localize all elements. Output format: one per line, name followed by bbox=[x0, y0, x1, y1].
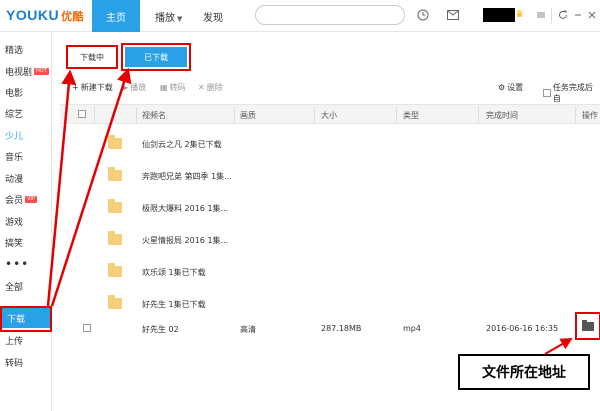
table-row[interactable]: 奔跑吧兄弟 第四季 1集... bbox=[60, 162, 600, 194]
new-download-button[interactable]: + 新建下载 bbox=[72, 82, 113, 93]
youku-logo[interactable]: YOUKU 优酷 bbox=[6, 7, 84, 24]
tab-downloading[interactable]: 下载中 bbox=[66, 45, 118, 69]
table-row[interactable]: 欢乐颂 1集已下载 bbox=[60, 258, 600, 290]
row-name: 极限大爆料 2016 1集... bbox=[142, 204, 229, 213]
row-checkbox[interactable] bbox=[83, 324, 91, 332]
history-icon[interactable] bbox=[416, 8, 430, 22]
plus-icon: + bbox=[72, 83, 79, 92]
folder-icon bbox=[108, 167, 122, 181]
vip-badge: VIP bbox=[25, 195, 37, 203]
column-divider bbox=[314, 107, 315, 123]
header-finished[interactable]: 完成时间 bbox=[486, 110, 518, 121]
column-divider bbox=[136, 107, 137, 123]
nav-discover-tab[interactable]: 发现 bbox=[203, 9, 223, 24]
gear-icon: ⚙ bbox=[498, 83, 506, 92]
header-quality[interactable]: 画质 bbox=[240, 110, 256, 121]
settings-button[interactable]: ⚙ 设置 bbox=[498, 82, 523, 93]
play-icon: ▶ bbox=[122, 83, 129, 92]
sidebar-item-featured[interactable]: 精选 bbox=[0, 39, 52, 59]
header-type[interactable]: 类型 bbox=[403, 110, 419, 121]
header-size[interactable]: 大小 bbox=[321, 110, 337, 121]
sidebar-item-funny[interactable]: 搞笑 bbox=[0, 232, 52, 252]
folder-icon bbox=[108, 263, 122, 277]
row-name: 欢乐颂 1集已下载 bbox=[142, 268, 206, 277]
sidebar-item-movies[interactable]: 电影 bbox=[0, 82, 52, 102]
row-name: 火星情报局 2016 1集... bbox=[142, 236, 229, 245]
folder-icon bbox=[108, 295, 122, 309]
search-input[interactable] bbox=[255, 5, 405, 25]
sidebar-item-upload[interactable]: 上传 bbox=[0, 330, 52, 350]
delete-button[interactable]: ✕ 删除 bbox=[198, 82, 223, 93]
file-finished: 2016-06-16 16:35 bbox=[486, 324, 559, 333]
sidebar-item-kids[interactable]: 少儿 bbox=[0, 125, 52, 145]
open-folder-button[interactable] bbox=[575, 312, 600, 340]
column-divider bbox=[396, 107, 397, 123]
row-name: 奔跑吧兄弟 第四季 1集... bbox=[142, 172, 232, 181]
header-operate: 操作 bbox=[582, 111, 598, 120]
download-highlight-box bbox=[0, 306, 52, 332]
minimize-icon[interactable] bbox=[571, 8, 585, 22]
after-complete-toggle[interactable]: 任务完成后自 bbox=[543, 82, 600, 104]
nav-home-tab[interactable]: 主页 bbox=[92, 0, 140, 32]
column-divider bbox=[575, 107, 576, 123]
row-name: 仙剑云之凡 2集已下载 bbox=[142, 140, 222, 149]
table-row-file[interactable]: 好先生 02 高清 287.18MB mp4 2016-06-16 16:35 bbox=[60, 314, 600, 346]
hot-badge: HOT bbox=[34, 67, 49, 75]
file-name: 好先生 02 bbox=[142, 325, 179, 334]
sidebar-item-tv[interactable]: 电视剧 HOT bbox=[0, 61, 52, 81]
divider bbox=[551, 8, 552, 24]
sidebar-item-music[interactable]: 音乐 bbox=[0, 146, 52, 166]
folder-icon bbox=[108, 135, 122, 149]
folder-icon bbox=[108, 199, 122, 213]
column-divider bbox=[94, 107, 95, 123]
sidebar-item-more[interactable]: ••• bbox=[0, 254, 52, 274]
annotation-label: 文件所在地址 bbox=[458, 354, 590, 390]
column-divider bbox=[478, 107, 479, 123]
table-row[interactable]: 火星情报局 2016 1集... bbox=[60, 226, 600, 258]
close-x-icon: ✕ bbox=[198, 83, 205, 92]
sidebar-item-transcode[interactable]: 转码 bbox=[0, 352, 52, 372]
select-all-checkbox[interactable] bbox=[78, 110, 86, 118]
sidebar-item-vip[interactable]: 会员 VIP bbox=[0, 189, 52, 209]
tab-downloaded[interactable]: 已下载 bbox=[121, 43, 191, 71]
refresh-icon[interactable] bbox=[556, 8, 570, 22]
close-icon[interactable] bbox=[585, 8, 599, 22]
play-button[interactable]: ▶ 播放 bbox=[122, 82, 146, 93]
sidebar-item-anime[interactable]: 动漫 bbox=[0, 168, 52, 188]
folder-icon bbox=[582, 319, 594, 331]
file-quality: 高清 bbox=[240, 325, 256, 334]
film-icon: ▦ bbox=[160, 83, 168, 92]
file-type: mp4 bbox=[403, 324, 421, 333]
menu-icon[interactable] bbox=[534, 8, 548, 22]
top-bar: YOUKU 优酷 主页 播放 ▼ 发现 ♛ bbox=[0, 0, 600, 32]
after-complete-checkbox[interactable] bbox=[543, 89, 551, 97]
column-divider bbox=[234, 107, 235, 123]
sidebar-item-games[interactable]: 游戏 bbox=[0, 211, 52, 231]
header-name[interactable]: 视频名 bbox=[142, 110, 166, 121]
table-row[interactable]: 仙剑云之凡 2集已下载 bbox=[60, 130, 600, 162]
chevron-down-icon: ▼ bbox=[177, 15, 183, 23]
table-header: 视频名 画质 大小 类型 完成时间 操作 bbox=[60, 104, 600, 124]
toolbar: + 新建下载 ▶ 播放 ▦ 转码 ✕ 删除 ⚙ 设置 任务完成后自 bbox=[60, 80, 600, 103]
crown-icon: ♛ bbox=[515, 9, 524, 20]
folder-icon bbox=[108, 231, 122, 245]
transcode-button[interactable]: ▦ 转码 bbox=[160, 82, 186, 93]
nav-play-tab[interactable]: 播放 ▼ bbox=[155, 9, 182, 24]
file-size: 287.18MB bbox=[321, 324, 362, 333]
sidebar-item-variety[interactable]: 综艺 bbox=[0, 103, 52, 123]
user-name-redacted[interactable] bbox=[483, 8, 515, 22]
sidebar: 精选 电视剧 HOT 电影 综艺 少儿 音乐 动漫 会员 VIP 游戏 搞笑 •••… bbox=[0, 32, 52, 411]
message-icon[interactable] bbox=[446, 8, 460, 22]
row-name: 好先生 1集已下载 bbox=[142, 300, 206, 309]
table-row[interactable]: 极限大爆料 2016 1集... bbox=[60, 194, 600, 226]
sidebar-item-all[interactable]: 全部 bbox=[0, 276, 52, 296]
